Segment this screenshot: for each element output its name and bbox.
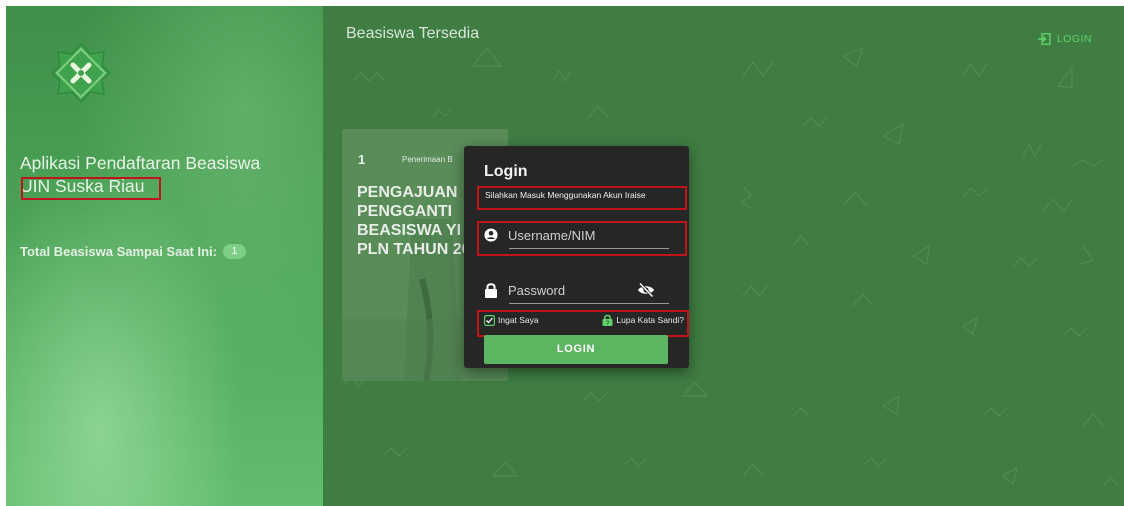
sidebar: Aplikasi Pendaftaran Beasiswa UIN Suska … xyxy=(6,6,323,506)
highlight-box-university xyxy=(21,177,161,200)
login-modal: Login Silahkan Masuk Menggunakan Akun Ir… xyxy=(464,146,689,368)
uin-suska-logo-icon xyxy=(50,42,112,104)
total-count-badge: 1 xyxy=(223,244,246,259)
password-field[interactable]: Password xyxy=(484,279,669,304)
login-button[interactable]: LOGIN xyxy=(484,335,668,364)
login-enter-icon xyxy=(1037,33,1051,45)
highlight-box-subtitle xyxy=(477,186,687,210)
app-title-line1: Aplikasi Pendaftaran Beasiswa xyxy=(20,153,261,173)
highlight-box-options xyxy=(477,310,689,337)
main-content: Beasiswa Tersedia LOGIN 1 Penerimaan B P… xyxy=(323,6,1124,506)
card-category: Penerimaan B xyxy=(402,155,453,164)
app-frame: Aplikasi Pendaftaran Beasiswa UIN Suska … xyxy=(6,6,1124,506)
highlight-box-username xyxy=(477,221,687,256)
login-title: Login xyxy=(484,163,528,180)
password-placeholder: Password xyxy=(508,282,566,298)
lock-icon xyxy=(485,283,497,298)
password-underline xyxy=(509,303,669,304)
card-number: 1 xyxy=(358,152,366,167)
header-login-link[interactable]: LOGIN xyxy=(1037,33,1092,45)
total-label: Total Beasiswa Sampai Saat Ini: xyxy=(20,244,217,259)
eye-slash-icon[interactable] xyxy=(637,282,655,298)
header-login-label: LOGIN xyxy=(1056,33,1092,45)
total-scholarships: Total Beasiswa Sampai Saat Ini: 1 xyxy=(20,244,246,259)
page-title: Beasiswa Tersedia xyxy=(346,25,480,42)
